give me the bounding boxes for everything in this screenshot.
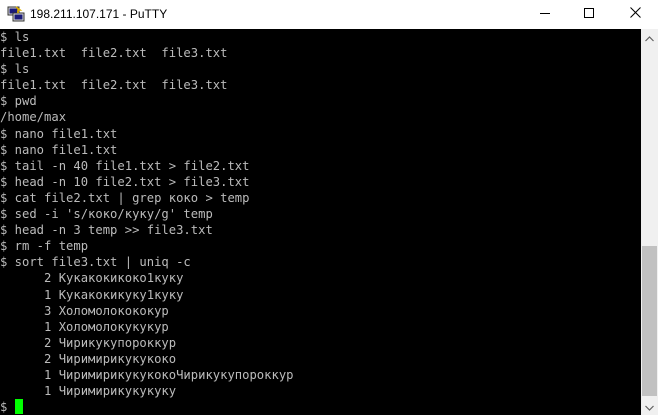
scroll-down-button[interactable] bbox=[641, 398, 658, 415]
putty-icon[interactable] bbox=[7, 5, 25, 23]
putty-window: 198.211.107.171 - PuTTY $ ls file1.txt f… bbox=[0, 0, 658, 415]
terminal-output: $ ls file1.txt file2.txt file3.txt $ ls fil… bbox=[0, 29, 294, 415]
terminal-line: 3 Холомолокококур bbox=[0, 303, 169, 318]
terminal-line: $ rm -f temp bbox=[0, 239, 89, 254]
maximize-icon bbox=[584, 5, 594, 23]
prompt-line[interactable]: $ bbox=[0, 399, 294, 415]
terminal-line: $ tail -n 40 file1.txt > file2.txt bbox=[0, 158, 250, 173]
terminal-line: 2 Чирикукупороккур bbox=[0, 335, 177, 350]
terminal-line: 2 Чиримирикукукоко bbox=[0, 351, 177, 366]
prompt: $ bbox=[0, 400, 15, 415]
maximize-button[interactable] bbox=[566, 0, 612, 28]
terminal-line: 1 ЧиримирикукукокоЧирикукупороккур bbox=[0, 367, 294, 382]
terminal-line: $ sed -i 's/коко/куку/g' temp bbox=[0, 207, 213, 222]
close-icon bbox=[629, 5, 641, 23]
terminal-area[interactable]: $ ls file1.txt file2.txt file3.txt $ ls fil… bbox=[0, 29, 641, 415]
minimize-icon bbox=[540, 5, 550, 23]
terminal-line: 1 Кукакокикуку1куку bbox=[0, 287, 184, 302]
terminal-line: $ ls bbox=[0, 30, 30, 44]
close-button[interactable] bbox=[612, 0, 658, 28]
terminal-line: $ cat file2.txt | grep коко > temp bbox=[0, 190, 250, 205]
window-title: 198.211.107.171 - PuTTY bbox=[30, 7, 168, 21]
terminal-line: /home/max bbox=[0, 110, 67, 125]
terminal-line: $ head -n 10 file2.txt > file3.txt bbox=[0, 174, 250, 189]
terminal-line: file1.txt file2.txt file3.txt bbox=[0, 46, 228, 61]
terminal-line: $ head -n 3 temp >> file3.txt bbox=[0, 223, 213, 238]
scroll-up-arrow-icon bbox=[645, 29, 654, 47]
terminal-line: 1 Чиримирикукукуку bbox=[0, 384, 177, 399]
scroll-up-button[interactable] bbox=[641, 29, 658, 46]
terminal-line: 2 Кукакокикоко1куку bbox=[0, 271, 184, 286]
terminal-line: $ nano file1.txt bbox=[0, 142, 118, 157]
terminal-line: $ ls bbox=[0, 62, 30, 77]
terminal-line: $ pwd bbox=[0, 94, 37, 109]
vertical-scrollbar[interactable] bbox=[641, 29, 658, 415]
scroll-thumb[interactable] bbox=[642, 246, 657, 396]
terminal-line: $ nano file1.txt bbox=[0, 126, 118, 141]
title-bar[interactable]: 198.211.107.171 - PuTTY bbox=[0, 0, 658, 28]
minimize-button[interactable] bbox=[522, 0, 568, 28]
terminal-line: file1.txt file2.txt file3.txt bbox=[0, 78, 228, 93]
scroll-down-arrow-icon bbox=[645, 398, 654, 416]
terminal-line: 1 Холомолокукукур bbox=[0, 319, 169, 334]
terminal-line: $ sort file3.txt | uniq -c bbox=[0, 255, 191, 270]
text-cursor bbox=[14, 399, 23, 415]
